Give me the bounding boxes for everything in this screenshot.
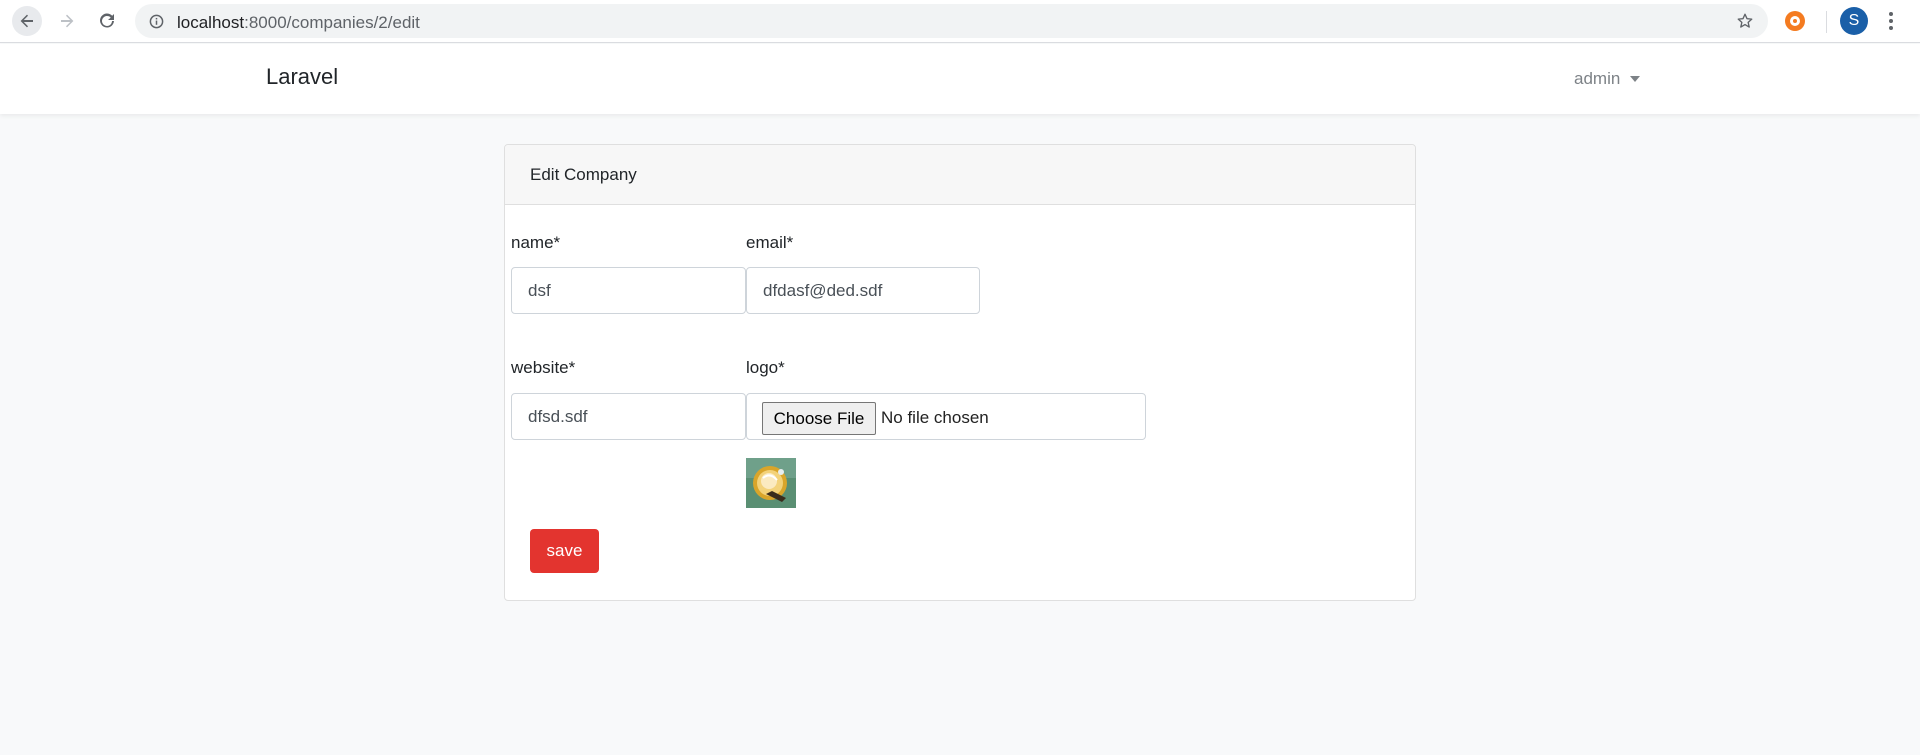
brand-link[interactable]: Laravel [266,64,338,90]
chrome-menu-icon[interactable] [1884,10,1898,32]
profile-avatar[interactable]: S [1840,7,1868,35]
caret-down-icon [1630,76,1641,82]
name-input[interactable]: dsf [511,267,746,314]
logo-thumbnail [746,458,796,508]
file-status: No file chosen [881,408,989,427]
browser-toolbar: localhost:8000/companies/2/edit S [0,0,1920,43]
app-navbar: Laravel admin [0,44,1920,114]
url-text: localhost:8000/companies/2/edit [177,13,420,33]
card-header: Edit Company [505,145,1415,205]
logo-label: logo* [746,358,785,377]
info-icon[interactable] [149,14,164,29]
url-path: :8000/companies/2/edit [244,13,420,32]
save-button[interactable]: save [530,529,599,573]
bookmark-star-icon[interactable] [1736,12,1754,30]
logo-image [746,458,796,508]
choose-file-button[interactable]: Choose File [762,402,876,435]
logo-file-input[interactable]: Choose File No file chosen [746,393,1146,440]
extension-icon[interactable] [1785,11,1805,31]
card-title: Edit Company [530,165,637,184]
name-label: name* [511,233,561,252]
reload-icon [100,13,114,28]
user-dropdown[interactable]: admin [1574,69,1641,89]
website-label: website* [511,358,576,377]
back-button[interactable] [12,6,42,36]
website-input[interactable]: dfsd.sdf [511,393,746,440]
email-label: email* [746,233,794,252]
user-name: admin [1574,69,1621,88]
email-input[interactable]: dfdasf@ded.sdf [746,267,980,314]
back-arrow-icon [20,14,33,28]
forward-button[interactable] [52,6,82,36]
forward-arrow-icon [61,14,74,28]
toolbar-divider [1826,11,1827,33]
address-bar[interactable]: localhost:8000/companies/2/edit [135,4,1768,38]
reload-button[interactable] [92,6,122,36]
url-host: localhost [177,13,245,32]
edit-company-card: Edit Company name* dsf email* dfdasf@ded… [504,144,1416,601]
